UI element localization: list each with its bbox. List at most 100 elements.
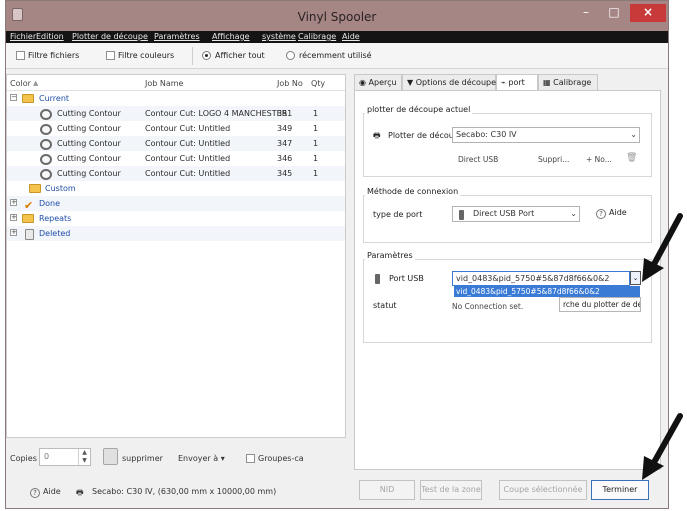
row-color: Cutting Contour: [57, 139, 121, 148]
tab-label: port: [508, 78, 525, 87]
row-job-no: 351: [277, 109, 293, 118]
show-all-radio[interactable]: Afficher tout: [202, 49, 265, 63]
tab-strip: ◉ Aperçu ▼ Options de découpe ⌁ port ▦ C…: [354, 74, 662, 92]
status-label: statut: [373, 301, 397, 310]
title-bar[interactable]: Vinyl Spooler – □ ×: [6, 1, 668, 31]
row-qty: 1: [313, 109, 319, 118]
status-value: No Connection set.: [452, 302, 524, 311]
table-row[interactable]: Cutting Contour Contour Cut: Untitled 34…: [7, 121, 345, 136]
collapse-icon[interactable]: −: [10, 94, 17, 101]
toolbar-divider: [192, 47, 193, 65]
sort-up-icon: ▲: [33, 79, 39, 87]
folder-icon: [22, 214, 34, 223]
finish-button[interactable]: Terminer: [591, 480, 649, 500]
port-type-select[interactable]: Direct USB Port ⌄: [452, 206, 580, 222]
menu-aide[interactable]: Aide: [342, 32, 360, 41]
row-color: Cutting Contour: [57, 124, 121, 133]
row-qty: 1: [313, 139, 319, 148]
delete-button[interactable]: supprimer: [122, 454, 163, 463]
contour-job-icon: [40, 154, 52, 165]
menu-plotter[interactable]: Plotter de découpe: [72, 32, 148, 41]
delete-plotter-button[interactable]: Suppri...: [538, 155, 569, 164]
plotter-select-value: Secabo: C30 IV: [456, 130, 517, 139]
new-plotter-button[interactable]: + No...: [586, 155, 612, 164]
group-current[interactable]: − Current: [7, 91, 345, 106]
tab-options[interactable]: ▼ Options de découpe: [402, 74, 496, 91]
row-color: Cutting Contour: [57, 169, 121, 178]
expand-icon[interactable]: +: [10, 214, 17, 221]
help-button[interactable]: ? Aide: [596, 208, 627, 219]
group-label: Deleted: [39, 229, 71, 238]
recent-radio[interactable]: récemment utilisé: [286, 49, 372, 63]
tab-label: Aperçu: [368, 78, 397, 87]
col-job-name[interactable]: Job Name: [145, 79, 183, 88]
footer-help-button[interactable]: ? Aide: [30, 487, 61, 498]
cut-selected-button[interactable]: Coupe sélectionnée: [499, 480, 587, 500]
menu-calibrage[interactable]: Calibrage: [298, 32, 336, 41]
table-row[interactable]: Cutting Contour Contour Cut: Untitled 34…: [7, 151, 345, 166]
delete-trash-icon[interactable]: [103, 448, 118, 465]
current-plotter-title: plotter de découpe actuel: [365, 105, 473, 114]
connection-method-title: Méthode de connexion: [365, 187, 461, 196]
maximize-button[interactable]: □: [600, 4, 628, 22]
stepper-arrows-icon[interactable]: ▲ ▼: [78, 449, 90, 465]
close-button[interactable]: ×: [630, 4, 666, 22]
group-label: Repeats: [39, 214, 72, 223]
row-qty: 1: [313, 169, 319, 178]
toolbar: Filtre fichiers Filtre couleurs Afficher…: [6, 43, 668, 69]
groups-label: Groupes-ca: [258, 454, 304, 463]
folder-icon: [29, 184, 41, 193]
contour-job-icon: [40, 169, 52, 180]
chevron-down-icon: ⌄: [570, 209, 577, 218]
table-row[interactable]: Cutting Contour Contour Cut: LOGO 4 MANC…: [7, 106, 345, 121]
trash-icon[interactable]: 🗑: [626, 153, 637, 163]
connection-summary: Direct USB: [458, 155, 499, 164]
group-repeats[interactable]: + Repeats: [7, 211, 345, 226]
plotter-label: Plotter de découp: [388, 131, 459, 140]
minimize-button[interactable]: –: [572, 4, 600, 22]
test-zone-button[interactable]: Test de la zone: [420, 480, 482, 500]
footer-help-label: Aide: [43, 487, 61, 496]
menu-fichier[interactable]: Fichier: [10, 32, 36, 41]
copies-label: Copies: [10, 454, 37, 463]
plotter-select[interactable]: Secabo: C30 IV ⌄: [452, 127, 640, 143]
trash-icon: [25, 229, 34, 240]
table-row[interactable]: Cutting Contour Contour Cut: Untitled 34…: [7, 136, 345, 151]
row-qty: 1: [313, 154, 319, 163]
row-job-name: Contour Cut: Untitled: [145, 124, 231, 133]
table-row[interactable]: Cutting Contour Contour Cut: Untitled 34…: [7, 166, 345, 181]
copies-stepper[interactable]: 0 ▲ ▼: [39, 448, 91, 466]
nid-button[interactable]: NID: [359, 480, 415, 500]
filter-colors-checkbox[interactable]: Filtre couleurs: [106, 49, 174, 63]
filter-files-label: Filtre fichiers: [28, 51, 80, 60]
tab-apercu[interactable]: ◉ Aperçu: [354, 74, 402, 91]
tab-calibrage[interactable]: ▦ Calibrage: [538, 74, 598, 91]
expand-icon[interactable]: +: [10, 199, 17, 206]
menu-affichage[interactable]: Affichage: [212, 32, 250, 41]
groups-checkbox[interactable]: Groupes-ca: [246, 454, 304, 463]
contour-job-icon: [40, 124, 52, 135]
usb-port-option[interactable]: vid_0483&pid_5750#5&87d8f66&0&2: [454, 286, 640, 297]
menu-parametres[interactable]: Paramètres: [154, 32, 200, 41]
menu-systeme[interactable]: système: [262, 32, 296, 41]
help-icon: ?: [30, 488, 40, 498]
group-label: Custom: [45, 184, 76, 193]
send-to-button[interactable]: Envoyer à ▾: [178, 454, 225, 463]
col-color[interactable]: Color: [10, 79, 31, 88]
annotation-arrow-icon: [642, 213, 683, 282]
search-plotter-button[interactable]: rche du plotter de déc: [559, 297, 641, 312]
group-custom[interactable]: Custom: [7, 181, 345, 196]
usb-port-label: Port USB: [389, 274, 424, 283]
radio-selected-icon: [202, 51, 211, 60]
group-deleted[interactable]: + Deleted: [7, 226, 345, 241]
group-done[interactable]: + ✔ Done: [7, 196, 345, 212]
checkbox-icon: [246, 454, 255, 463]
menu-edition[interactable]: Edition: [36, 32, 64, 41]
row-color: Cutting Contour: [57, 109, 121, 118]
col-job-no[interactable]: Job No: [277, 79, 303, 88]
contour-job-icon: [40, 139, 52, 150]
expand-icon[interactable]: +: [10, 229, 17, 236]
usb-port-select[interactable]: vid_0483&pid_5750#5&87d8f66&0&2: [452, 271, 630, 286]
filter-files-checkbox[interactable]: Filtre fichiers: [16, 49, 79, 63]
col-qty[interactable]: Qty: [311, 79, 325, 88]
